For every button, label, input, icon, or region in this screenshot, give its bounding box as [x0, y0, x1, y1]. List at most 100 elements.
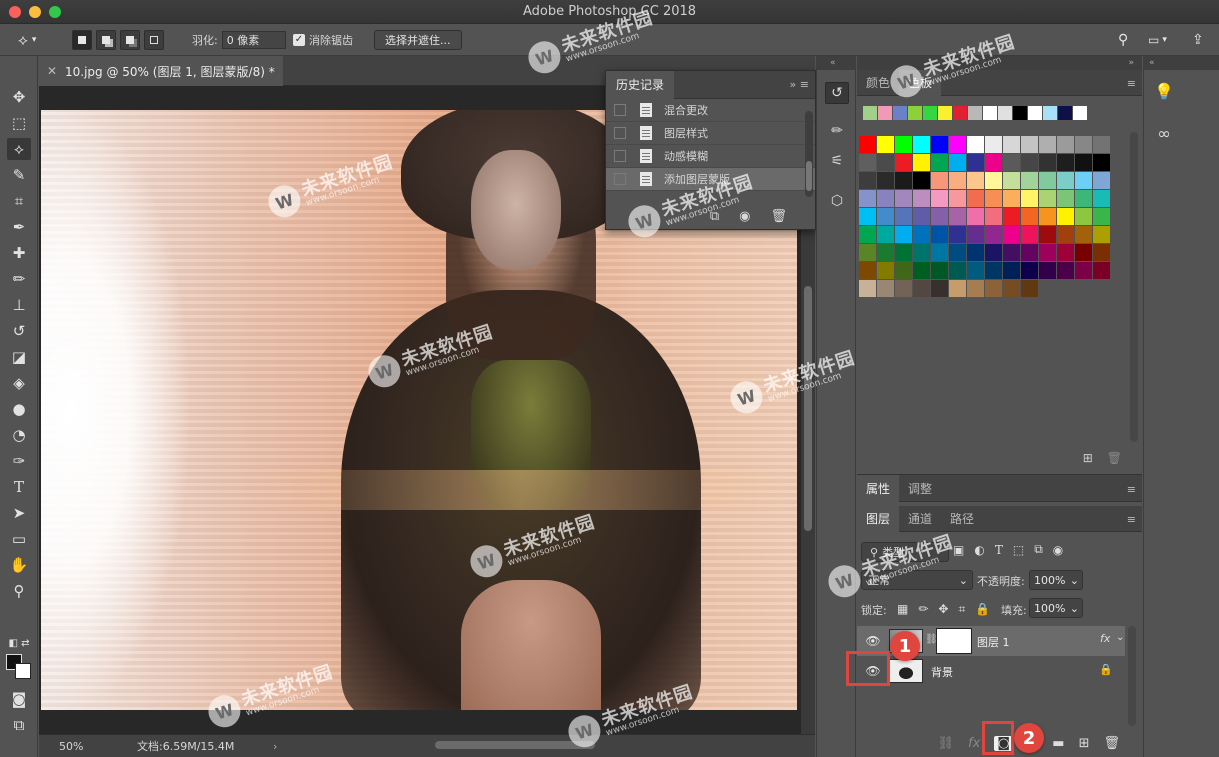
tab-color[interactable]: 颜色	[857, 70, 899, 96]
recent-swatch[interactable]	[968, 106, 982, 120]
recent-swatch[interactable]	[923, 106, 937, 120]
chevron-right-icon[interactable]: ›	[273, 740, 277, 753]
swatch[interactable]	[1039, 136, 1056, 153]
swatch[interactable]	[859, 244, 876, 261]
recent-swatch[interactable]	[1013, 106, 1027, 120]
select-and-mask-button[interactable]: 选择并遮住...	[374, 30, 462, 50]
swatch[interactable]	[1075, 154, 1092, 171]
shape-filter-icon[interactable]: ⬚	[1013, 543, 1024, 557]
swatch[interactable]	[913, 190, 930, 207]
lock-position-icon[interactable]: ✥	[938, 602, 948, 617]
recent-swatch[interactable]	[1028, 106, 1042, 120]
swatch[interactable]	[913, 244, 930, 261]
recent-swatch[interactable]	[1073, 106, 1087, 120]
mid-strip-collapse[interactable]: «	[816, 56, 856, 70]
smart-object-filter-icon[interactable]: ⧉	[1034, 542, 1043, 557]
swatch[interactable]	[1057, 262, 1074, 279]
swatch[interactable]	[1057, 172, 1074, 189]
paint-bucket-tool-icon[interactable]: ◈	[7, 372, 31, 394]
fx-icon[interactable]: fx	[1100, 632, 1110, 645]
history-brush-tool-icon[interactable]: ↺	[7, 320, 31, 342]
swatches-scrollbar[interactable]	[1130, 132, 1138, 442]
swatch[interactable]	[1039, 154, 1056, 171]
swatch[interactable]	[1021, 280, 1038, 297]
close-icon[interactable]: ✕	[47, 64, 57, 78]
filter-toggle-icon[interactable]: ◉	[1053, 543, 1063, 557]
swatch[interactable]	[967, 154, 984, 171]
swatch[interactable]	[859, 226, 876, 243]
swatch[interactable]	[859, 262, 876, 279]
scroll-thumb[interactable]	[804, 286, 812, 531]
history-snapshot-checkbox[interactable]	[614, 127, 626, 139]
swatch[interactable]	[877, 208, 894, 225]
swatch[interactable]	[1039, 208, 1056, 225]
swatch[interactable]	[895, 226, 912, 243]
swatch[interactable]	[859, 208, 876, 225]
swatch[interactable]	[1075, 136, 1092, 153]
rectangle-tool-icon[interactable]: ▭	[7, 528, 31, 550]
swatch[interactable]	[913, 208, 930, 225]
swatch[interactable]	[985, 172, 1002, 189]
recent-swatch[interactable]	[893, 106, 907, 120]
recent-swatch[interactable]	[908, 106, 922, 120]
swatch[interactable]	[877, 280, 894, 297]
swatch[interactable]	[1093, 226, 1110, 243]
swatch[interactable]	[1039, 244, 1056, 261]
swatch[interactable]	[985, 154, 1002, 171]
swatch[interactable]	[931, 226, 948, 243]
background-color-swatch[interactable]	[15, 663, 31, 679]
swatch[interactable]	[877, 154, 894, 171]
trash-icon[interactable]: 🗑	[1103, 736, 1120, 751]
swatch[interactable]	[1075, 172, 1092, 189]
swatch[interactable]	[1003, 226, 1020, 243]
swatch[interactable]	[1021, 226, 1038, 243]
history-item[interactable]: 混合更改	[606, 99, 815, 122]
swatch[interactable]	[877, 136, 894, 153]
swatch[interactable]	[985, 226, 1002, 243]
adjustment-filter-icon[interactable]: ◐	[974, 543, 984, 557]
swatch[interactable]	[1075, 226, 1092, 243]
history-scrollbar[interactable]	[805, 111, 813, 197]
swatch[interactable]	[949, 208, 966, 225]
swatch[interactable]	[949, 154, 966, 171]
swatch[interactable]	[1003, 244, 1020, 261]
blend-mode-select[interactable]: 正常 ⌄	[861, 570, 973, 590]
blur-tool-icon[interactable]: ●	[7, 398, 31, 420]
swatch[interactable]	[967, 208, 984, 225]
opacity-input[interactable]: 100% ⌄	[1029, 570, 1083, 590]
move-tool-icon[interactable]: ✥	[7, 86, 31, 108]
swatch[interactable]	[949, 190, 966, 207]
swatch[interactable]	[1039, 172, 1056, 189]
new-selection-button[interactable]	[72, 30, 92, 50]
eyedropper-tool-icon[interactable]: ✒	[7, 216, 31, 238]
libraries-icon[interactable]: ∞	[1152, 122, 1176, 144]
swatch[interactable]	[1003, 136, 1020, 153]
antialias-checkbox[interactable]: ✓ 消除锯齿	[293, 24, 353, 56]
healing-brush-tool-icon[interactable]: ✚	[7, 242, 31, 264]
swatch[interactable]	[967, 172, 984, 189]
swatch[interactable]	[895, 244, 912, 261]
stamp-tool-icon[interactable]: ⊥	[7, 294, 31, 316]
swatch[interactable]	[1057, 208, 1074, 225]
swatch[interactable]	[985, 190, 1002, 207]
document-tab[interactable]: ✕ 10.jpg @ 50% (图层 1, 图层蒙版/8) *	[39, 56, 283, 86]
swatch[interactable]	[931, 190, 948, 207]
swatch[interactable]	[913, 226, 930, 243]
zoom-level[interactable]: 50%	[59, 740, 83, 753]
swatch[interactable]	[985, 244, 1002, 261]
lock-all-icon[interactable]: 🔒	[975, 602, 990, 617]
swatch[interactable]	[1021, 136, 1038, 153]
recent-swatch[interactable]	[863, 106, 877, 120]
new-swatch-icon[interactable]: ⊞	[1083, 451, 1093, 465]
dodge-tool-icon[interactable]: ◔	[7, 424, 31, 446]
tab-layers[interactable]: 图层	[857, 505, 900, 532]
history-snapshot-checkbox[interactable]	[614, 104, 626, 116]
swatch[interactable]	[895, 262, 912, 279]
lock-image-icon[interactable]: ✏	[918, 602, 928, 617]
swatch[interactable]	[967, 136, 984, 153]
learn-lightbulb-icon[interactable]: 💡	[1152, 80, 1176, 102]
layer-mask-thumbnail[interactable]	[936, 628, 972, 654]
link-layers-icon[interactable]: ⛓	[938, 736, 955, 751]
history-snapshot-checkbox[interactable]	[614, 150, 626, 162]
swatch[interactable]	[895, 136, 912, 153]
